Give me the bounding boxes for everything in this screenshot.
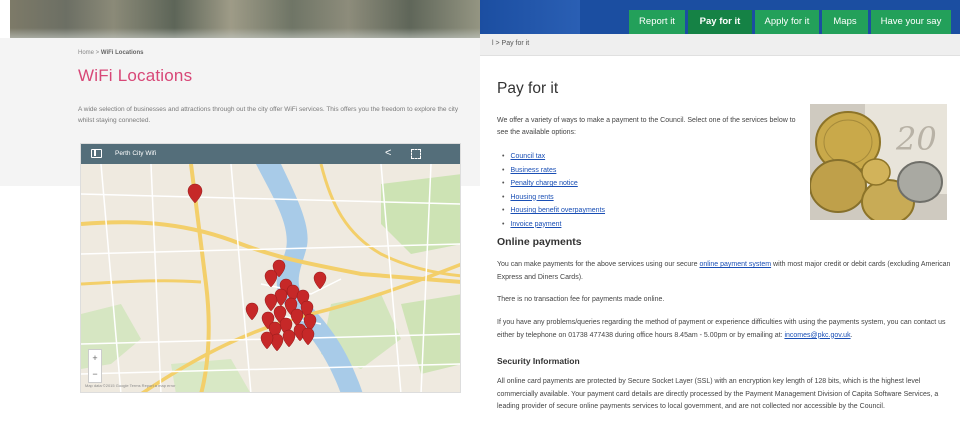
- tab-apply-for-it[interactable]: Apply for it: [755, 10, 819, 34]
- contact-text: If you have any problems/queries regardi…: [497, 317, 959, 342]
- security-text: All online card payments are protected b…: [497, 378, 939, 410]
- breadcrumb-home[interactable]: Home: [78, 50, 94, 56]
- wifi-locations-page: Home > WiFi Locations WiFi Locations A w…: [0, 0, 480, 432]
- intro-text: A wide selection of businesses and attra…: [78, 106, 459, 124]
- list-item: Housing benefit overpayments: [502, 204, 605, 218]
- coins-illustration: 20: [810, 104, 947, 220]
- online-payments-text: You can make payments for the above serv…: [497, 259, 959, 284]
- nav-background: [480, 0, 580, 34]
- service-link-invoice-payment[interactable]: Invoice payment: [510, 221, 561, 228]
- online-payments-heading: Online payments: [497, 236, 582, 248]
- list-item: Council tax: [502, 150, 605, 164]
- online-payment-system-link[interactable]: online payment system: [699, 261, 771, 268]
- map-toolbar: Perth City Wifi <: [81, 144, 460, 164]
- email-link[interactable]: incomes@pkc.gov.uk: [784, 332, 850, 339]
- list-item: Penalty charge notice: [502, 177, 605, 191]
- map-marker: [313, 271, 327, 290]
- coins-banknote-image: 20: [810, 104, 947, 220]
- page-heading: Pay for it: [497, 80, 559, 97]
- map-marker: [187, 183, 203, 204]
- tab-pay-for-it[interactable]: Pay for it: [688, 10, 752, 34]
- map-icon: [91, 149, 102, 158]
- service-link-business-rates[interactable]: Business rates: [510, 167, 556, 174]
- map-attribution: Map data ©2015 Google Terms Report a map…: [85, 383, 176, 388]
- breadcrumb-bar: l > Pay for it: [480, 34, 960, 56]
- map-title: Perth City Wifi: [115, 150, 157, 157]
- zoom-in-button[interactable]: +: [89, 350, 101, 366]
- security-heading: Security Information: [497, 356, 580, 366]
- list-item: Invoice payment: [502, 218, 605, 232]
- wifi-map-widget[interactable]: Perth City Wifi < + − Map data ©2015 Goo…: [80, 143, 461, 393]
- service-list: Council tax Business rates Penalty charg…: [502, 150, 605, 231]
- breadcrumb: l > Pay for it: [492, 40, 530, 47]
- map-marker: [260, 331, 274, 350]
- map-marker: [290, 308, 304, 327]
- map-canvas[interactable]: [81, 163, 460, 392]
- tab-report-it[interactable]: Report it: [629, 10, 685, 34]
- service-link-council-tax[interactable]: Council tax: [510, 153, 545, 160]
- breadcrumb-current: WiFi Locations: [100, 50, 144, 56]
- map-markers: [187, 183, 327, 352]
- map-marker: [264, 269, 278, 288]
- text-fragment: .: [850, 331, 853, 339]
- page-title: WiFi Locations: [78, 66, 193, 85]
- no-fee-text: There is no transaction fee for payments…: [497, 296, 665, 303]
- text-fragment: You can make payments for the above serv…: [497, 261, 700, 268]
- map-marker: [301, 327, 315, 346]
- service-link-housing-benefit[interactable]: Housing benefit overpayments: [510, 207, 605, 214]
- header-photo: [10, 0, 480, 38]
- map-zoom-control: + −: [88, 349, 102, 383]
- intro-text: We offer a variety of ways to make a pay…: [497, 117, 796, 136]
- tab-maps[interactable]: Maps: [822, 10, 868, 34]
- service-link-penalty-charge[interactable]: Penalty charge notice: [510, 180, 577, 187]
- breadcrumb-separator: >: [94, 50, 101, 56]
- service-link-housing-rents[interactable]: Housing rents: [510, 194, 553, 201]
- share-icon[interactable]: <: [385, 147, 391, 160]
- text-fragment: If you have any problems/queries regardi…: [497, 319, 946, 339]
- pay-for-it-page: Report it Pay for it Apply for it Maps H…: [480, 0, 960, 432]
- top-navigation: Report it Pay for it Apply for it Maps H…: [480, 0, 960, 34]
- fullscreen-icon[interactable]: [411, 149, 421, 159]
- list-item: Business rates: [502, 164, 605, 178]
- zoom-out-button[interactable]: −: [89, 366, 101, 382]
- banknote-value: 20: [895, 120, 937, 158]
- list-item: Housing rents: [502, 191, 605, 205]
- tab-have-your-say[interactable]: Have your say: [871, 10, 951, 34]
- breadcrumb: Home > WiFi Locations: [78, 50, 143, 56]
- map-marker: [245, 302, 259, 321]
- map-marker: [282, 329, 296, 348]
